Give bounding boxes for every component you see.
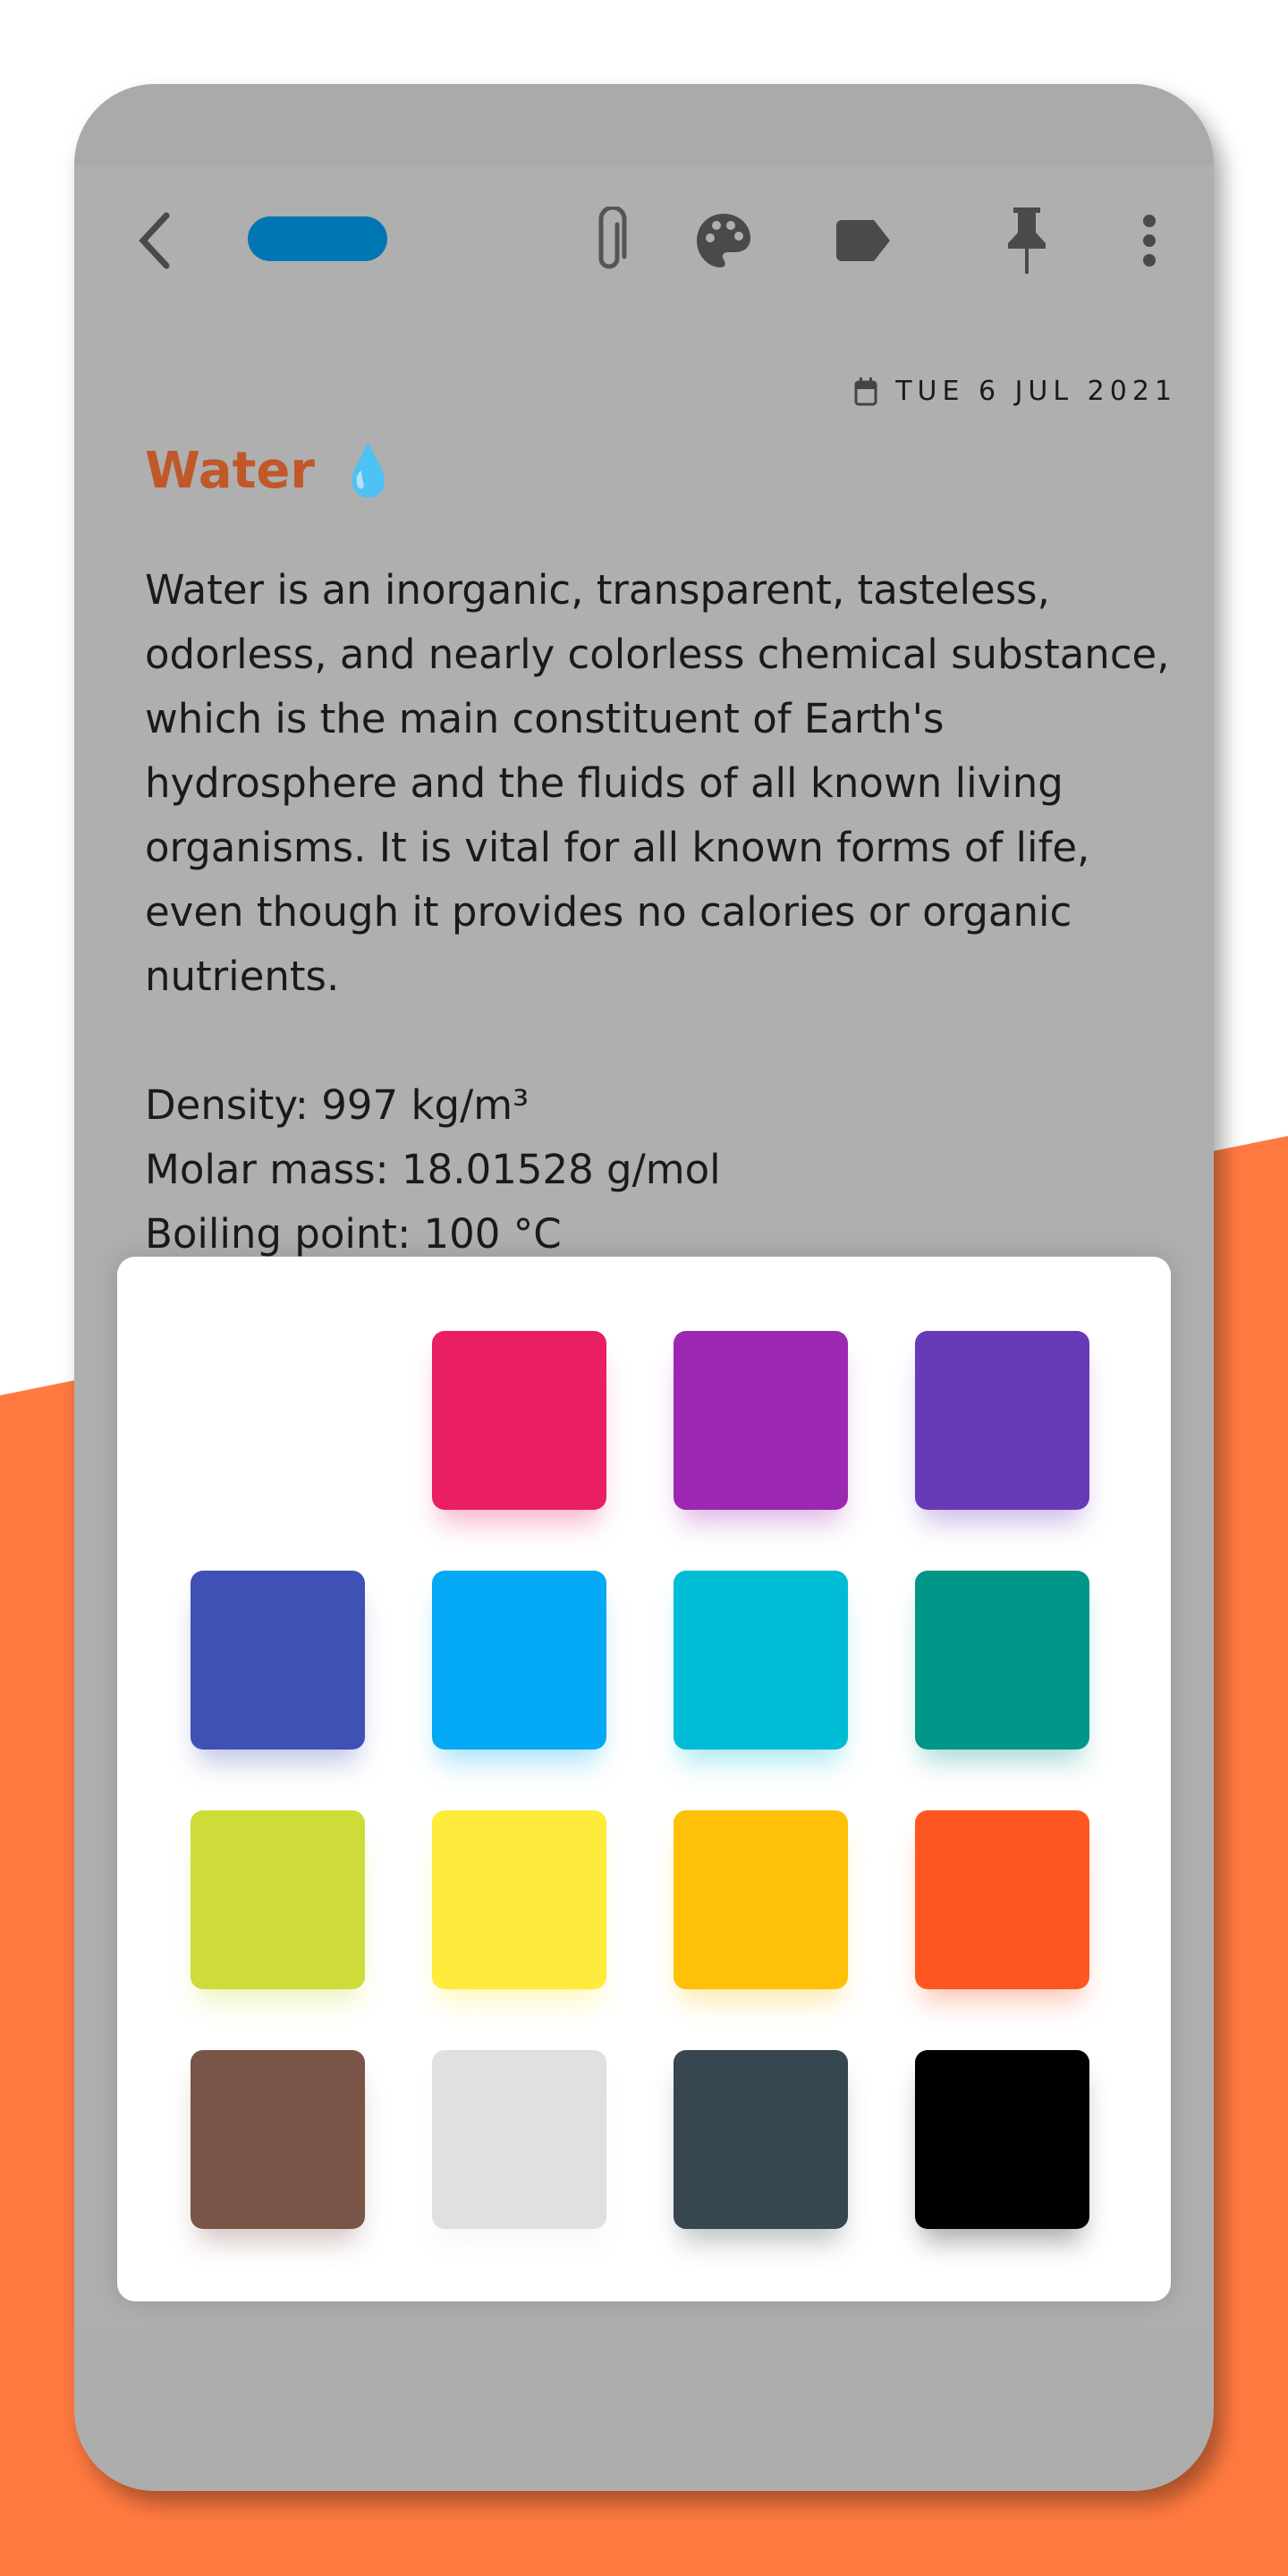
color-swatch[interactable] [674,2050,848,2229]
color-swatch[interactable] [915,1571,1089,1750]
water-drop-emoji: 💧 [337,442,399,499]
attach-button[interactable] [579,207,641,272]
color-button[interactable] [692,209,755,272]
pin-icon [1008,208,1046,274]
calendar-icon [854,377,877,405]
color-swatch[interactable] [915,2050,1089,2229]
palette-icon [697,214,750,267]
color-swatch[interactable] [432,2050,606,2229]
status-bar [74,84,1214,165]
note-body[interactable]: Water is an inorganic, transparent, tast… [145,558,1174,1267]
color-swatch[interactable] [191,1331,365,1510]
chevron-left-icon [139,212,170,269]
color-swatch[interactable] [432,1571,606,1750]
color-swatch[interactable] [674,1810,848,1989]
note-color-pill[interactable] [248,216,387,261]
more-vertical-icon [1143,215,1156,267]
note-title[interactable]: Water 💧 [145,442,398,500]
color-swatch[interactable] [191,1571,365,1750]
label-icon [836,220,890,261]
color-swatch[interactable] [674,1331,848,1510]
more-button[interactable] [1118,209,1181,272]
color-picker-panel [117,1257,1171,2301]
paperclip-icon [598,207,627,269]
color-swatch[interactable] [432,1810,606,1989]
color-swatch[interactable] [191,1810,365,1989]
color-swatch[interactable] [915,1331,1089,1510]
color-swatch[interactable] [915,1810,1089,1989]
color-swatch[interactable] [674,1571,848,1750]
back-button[interactable] [123,209,185,272]
title-text: Water [145,442,315,500]
label-button[interactable] [832,209,894,272]
pin-button[interactable] [996,208,1058,274]
date-text: TUE 6 JUL 2021 [895,376,1177,407]
color-swatch[interactable] [191,2050,365,2229]
note-date: TUE 6 JUL 2021 [854,376,1177,407]
color-swatch[interactable] [432,1331,606,1510]
